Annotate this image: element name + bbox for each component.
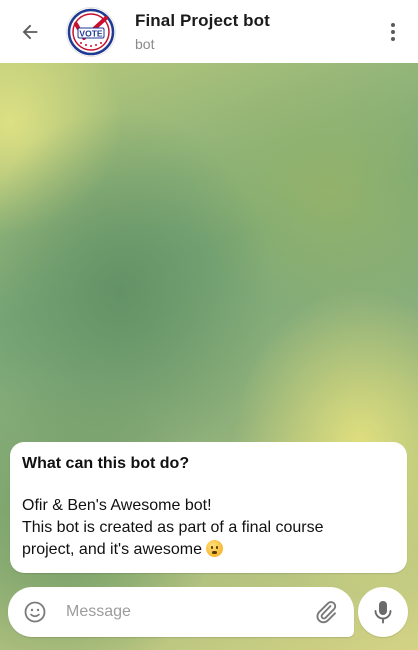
bot-info-card: What can this bot do? Ofir & Ben's Aweso… — [10, 442, 407, 573]
emoji-button[interactable] — [23, 600, 47, 624]
bot-info-heading: What can this bot do? — [22, 455, 190, 472]
message-input[interactable] — [66, 599, 296, 625]
arrow-left-icon — [22, 24, 38, 40]
paperclip-icon — [316, 601, 337, 624]
back-button[interactable] — [16, 18, 44, 46]
avatar-label: VOTE — [79, 28, 102, 38]
bot-info-line-last: project, and it's awesome — [22, 539, 395, 561]
chat-title[interactable]: Final Project bot — [135, 11, 270, 31]
microphone-icon — [374, 601, 392, 624]
voice-message-button[interactable] — [358, 587, 408, 637]
menu-dot — [391, 30, 395, 34]
chat-subtitle: bot — [135, 36, 155, 52]
bot-info-body: Ofir & Ben's Awesome bot! This bot is cr… — [22, 495, 395, 561]
vote-logo-icon: VOTE — [67, 8, 115, 56]
bot-info-line: Ofir & Ben's Awesome bot! — [22, 497, 212, 514]
bot-info-line: This bot is created as part of a final c… — [22, 519, 324, 536]
attach-button[interactable] — [314, 599, 338, 625]
bot-info-line: project, and it's awesome — [22, 541, 203, 558]
kissing-face-emoji-icon — [206, 540, 224, 557]
message-composer — [8, 587, 354, 637]
menu-dot — [391, 37, 395, 41]
bot-avatar[interactable]: VOTE — [66, 7, 116, 57]
menu-dot — [391, 23, 395, 27]
more-options-button[interactable] — [388, 20, 398, 44]
smiley-icon — [24, 601, 46, 623]
chat-header: VOTE Final Project bot bot — [0, 0, 418, 63]
